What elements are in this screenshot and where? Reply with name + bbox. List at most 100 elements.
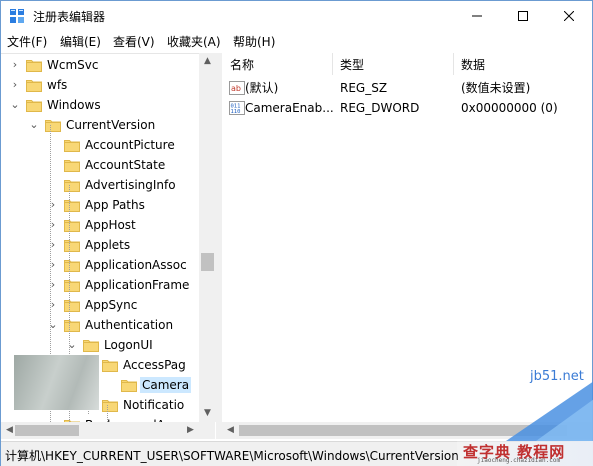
- key-path: 计算机\HKEY_CURRENT_USER\SOFTWARE\Microsoft…: [5, 449, 459, 463]
- chevron-down-icon[interactable]: ⌄: [29, 118, 39, 132]
- tree-item[interactable]: AccountState: [1, 155, 199, 175]
- tree-item[interactable]: AccountPicture: [1, 135, 199, 155]
- menu-file[interactable]: 文件(F): [7, 33, 47, 50]
- registry-editor-window: 注册表编辑器 文件(F) 编辑(E) 查看(V) 收藏夹(A) 帮助(H) › …: [0, 0, 593, 466]
- tree-item-label: ApplicationFrame: [85, 278, 190, 292]
- window-title: 注册表编辑器: [33, 10, 106, 24]
- scroll-left-icon[interactable]: ◀: [222, 422, 239, 439]
- open-folder-icon: [64, 320, 80, 332]
- minimize-button[interactable]: [454, 1, 500, 31]
- chevron-right-icon[interactable]: ›: [10, 78, 20, 92]
- tree-item[interactable]: › wfs: [1, 75, 199, 95]
- watermark-sub-text: jiaocheng.chazidian.com: [477, 457, 561, 464]
- tree-item-label: wfs: [47, 78, 68, 92]
- tree-item-label: Authentication: [85, 318, 174, 332]
- folder-icon: [26, 80, 42, 92]
- svg-text:ab: ab: [231, 84, 241, 93]
- menu-view[interactable]: 查看(V): [113, 33, 155, 50]
- tree-item[interactable]: › ApplicationFrame: [1, 275, 199, 295]
- tree-item-label: AccountState: [85, 158, 166, 172]
- tree-item[interactable]: › WcmSvc: [1, 55, 199, 75]
- tree-item[interactable]: › Applets: [1, 235, 199, 255]
- folder-icon: [64, 200, 80, 212]
- tree-item[interactable]: › ApplicationAssoc: [1, 255, 199, 275]
- svg-text:110: 110: [231, 109, 241, 115]
- tree-item-label: Windows: [47, 98, 101, 112]
- folder-icon: [121, 380, 137, 392]
- tree-item-label: Notificatio: [123, 398, 185, 412]
- tree-item[interactable]: ⌄ Authentication: [1, 315, 199, 335]
- scroll-right-icon[interactable]: ▶: [182, 422, 199, 439]
- folder-icon: [64, 180, 80, 192]
- tree-horizontal-scrollbar[interactable]: ◀ ▶: [1, 422, 215, 439]
- tree-vertical-scroll-thumb[interactable]: [201, 253, 214, 271]
- column-header-name[interactable]: 名称: [230, 56, 254, 73]
- binary-value-icon: 011 110: [229, 101, 245, 115]
- minimize-icon: [472, 15, 482, 17]
- open-folder-icon: [45, 120, 61, 132]
- value-row[interactable]: 011 110 CameraEnab... REG_DWORD 0x000000…: [222, 98, 592, 118]
- tree-vertical-scrollbar[interactable]: ▲ ▼: [199, 53, 216, 422]
- folder-icon: [64, 240, 80, 252]
- tree-item-label: App Paths: [85, 198, 145, 212]
- value-row[interactable]: ab (默认) REG_SZ (数值未设置): [222, 78, 592, 98]
- watermark-banner: 查字典 教程网 jiaocheng.chazidian.com: [457, 441, 593, 466]
- string-value-icon: ab: [229, 81, 245, 95]
- open-folder-icon: [102, 360, 118, 372]
- title-bar: 注册表编辑器: [1, 1, 592, 31]
- tree-item-label: AdvertisingInfo: [85, 178, 176, 192]
- tree-item-label: Camera: [140, 377, 192, 393]
- folder-icon: [64, 220, 80, 232]
- scroll-up-icon[interactable]: ▲: [199, 53, 216, 70]
- open-folder-icon: [26, 100, 42, 112]
- tree-item-label: AccountPicture: [85, 138, 175, 152]
- tree-item[interactable]: AdvertisingInfo: [1, 175, 199, 195]
- tree-horizontal-scroll-thumb[interactable]: [15, 425, 79, 436]
- folder-icon: [64, 300, 80, 312]
- tree-item[interactable]: ⌄ CurrentVersion: [1, 115, 199, 135]
- column-header-data[interactable]: 数据: [461, 56, 485, 73]
- column-header-type[interactable]: 类型: [340, 56, 364, 73]
- folder-icon: [64, 140, 80, 152]
- close-button[interactable]: [546, 1, 592, 31]
- folder-icon: [64, 280, 80, 292]
- menu-favorites[interactable]: 收藏夹(A): [167, 33, 221, 50]
- tree-item[interactable]: › AppSync: [1, 295, 199, 315]
- menu-edit[interactable]: 编辑(E): [60, 33, 101, 50]
- close-icon: [564, 11, 574, 21]
- tree-item-label: ApplicationAssoc: [85, 258, 187, 272]
- tree-item-label: LogonUI: [104, 338, 153, 352]
- column-divider[interactable]: [332, 53, 333, 75]
- tree-item[interactable]: ⌄ Windows: [1, 95, 199, 115]
- chevron-right-icon[interactable]: ›: [10, 58, 20, 72]
- tree-item[interactable]: › AppHost: [1, 215, 199, 235]
- tree-item-label: AppSync: [85, 298, 138, 312]
- tree-item-label: Applets: [85, 238, 131, 252]
- folder-icon: [64, 260, 80, 272]
- menu-help[interactable]: 帮助(H): [233, 33, 275, 50]
- chevron-down-icon[interactable]: ⌄: [10, 98, 20, 112]
- column-divider[interactable]: [453, 53, 454, 75]
- folder-icon: [64, 160, 80, 172]
- menu-bar: 文件(F) 编辑(E) 查看(V) 收藏夹(A) 帮助(H): [1, 31, 592, 51]
- maximize-button[interactable]: [500, 1, 546, 31]
- maximize-icon: [518, 11, 528, 21]
- watermark-triangle: [506, 381, 593, 441]
- tree-item-label: WcmSvc: [47, 58, 99, 72]
- value-name: (默认): [245, 81, 279, 95]
- folder-icon: [102, 400, 118, 412]
- value-type: REG_DWORD: [340, 101, 420, 115]
- value-name: CameraEnab...: [245, 101, 334, 115]
- regedit-app-icon: [10, 9, 24, 23]
- value-data: (数值未设置): [461, 81, 531, 95]
- scroll-down-icon[interactable]: ▼: [199, 405, 216, 422]
- overlay-image: [14, 355, 99, 410]
- folder-icon: [26, 60, 42, 72]
- tree-item[interactable]: › App Paths: [1, 195, 199, 215]
- tree-item-label: CurrentVersion: [66, 118, 156, 132]
- tree-item[interactable]: ⌄ LogonUI: [1, 335, 199, 355]
- open-folder-icon: [83, 340, 99, 352]
- tree-item-label: AppHost: [85, 218, 136, 232]
- value-type: REG_SZ: [340, 81, 388, 95]
- tree-item-label: AccessPag: [123, 358, 186, 372]
